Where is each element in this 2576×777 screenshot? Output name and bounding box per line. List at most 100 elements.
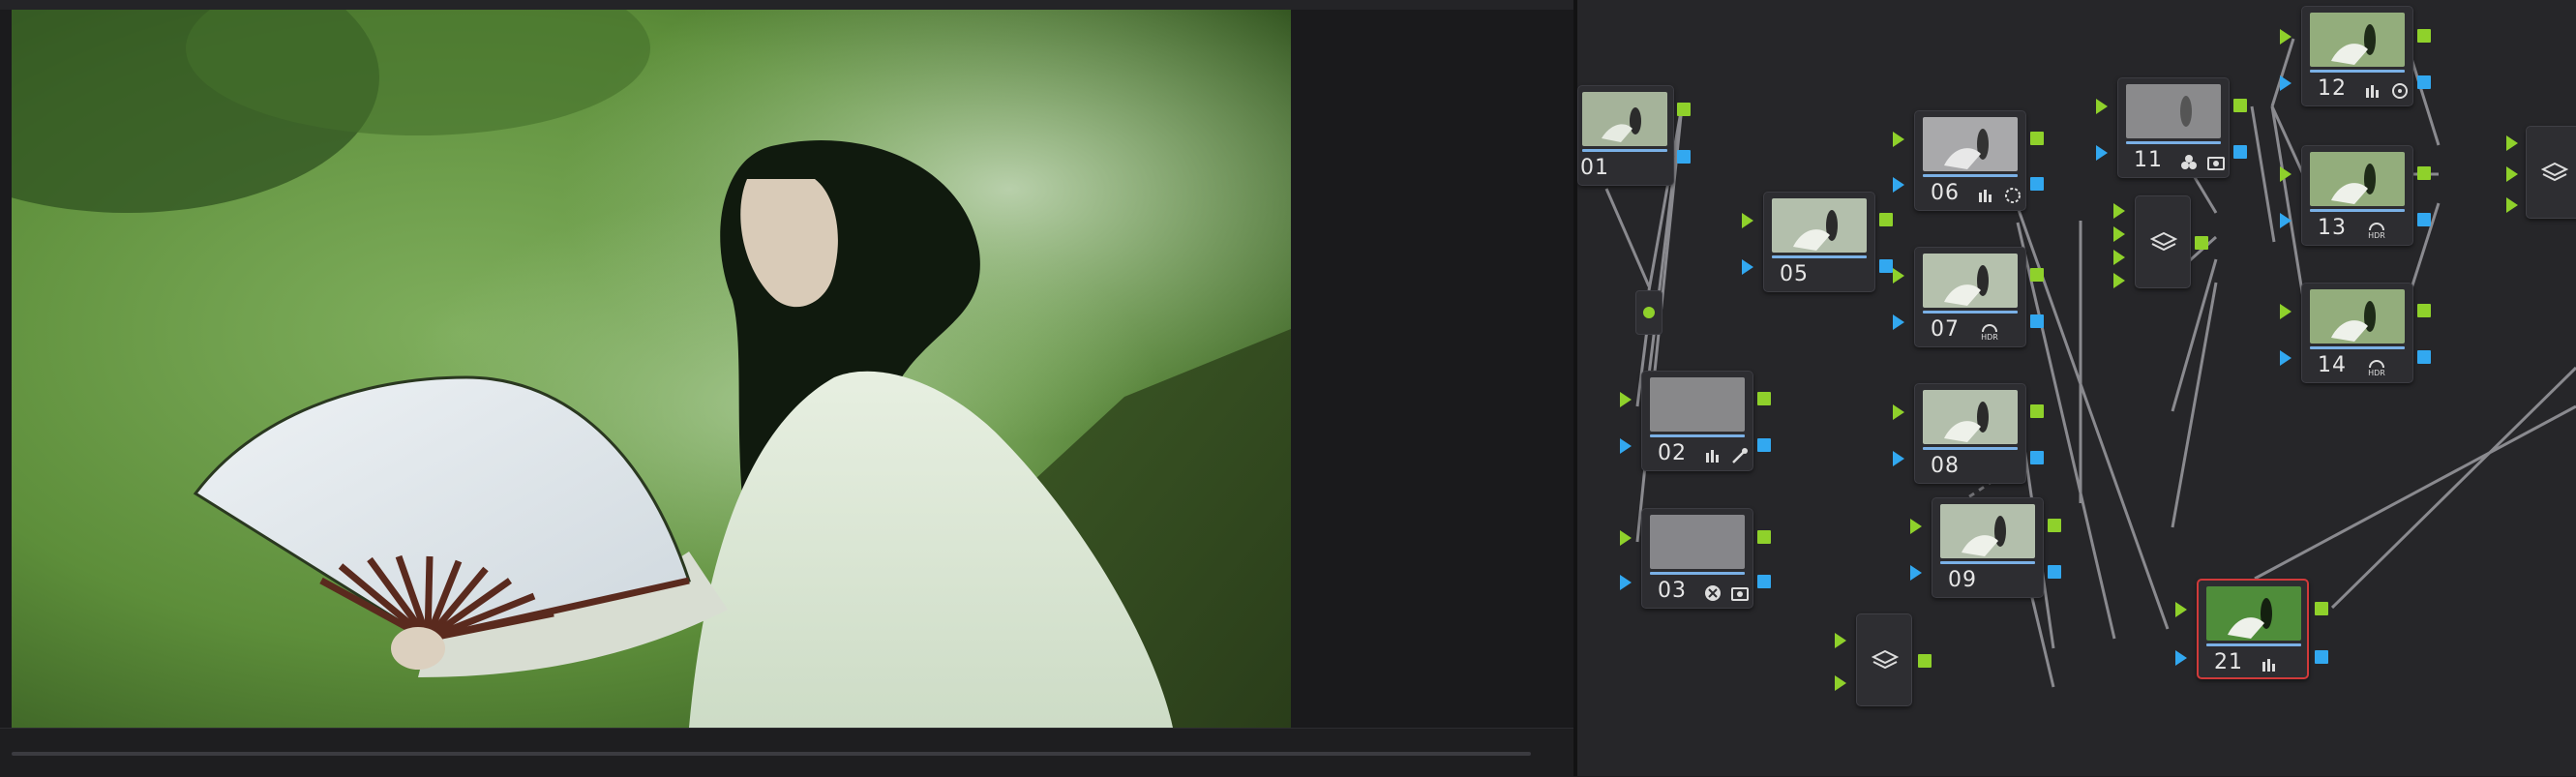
node-11-output-green[interactable] [2233,99,2247,112]
node-06-output-green[interactable] [2030,132,2044,145]
mixer-mid-input-2[interactable] [2113,226,2125,242]
node-07[interactable]: 07 HDR [1914,247,2026,347]
node-07-input-blue[interactable] [1893,314,1904,330]
node-02[interactable]: 02 [1641,371,1753,471]
node-14-output-blue[interactable] [2417,350,2431,364]
hdr-icon: HDR [2362,357,2391,378]
node-bar [2310,346,2405,349]
node-tool-icons: HDR [2362,357,2391,378]
hdr-icon: HDR [2362,220,2391,241]
node-11-input-blue[interactable] [2096,145,2108,161]
node-02-output-green[interactable] [1757,392,1771,405]
layer-mixer-node-mid[interactable] [2135,195,2191,288]
node-21-output-blue[interactable] [2315,650,2328,664]
node-05-output-green[interactable] [1879,213,1893,226]
node-01[interactable]: 01 [1577,85,1674,186]
node-08-input-green[interactable] [1893,404,1904,420]
node-09-input-blue[interactable] [1910,565,1922,581]
node-06-input-green[interactable] [1893,132,1904,147]
node-05-input-green[interactable] [1742,213,1753,228]
node-14-input-green[interactable] [2280,304,2291,319]
node-11[interactable]: 11 [2117,77,2230,178]
node-11-output-blue[interactable] [2233,145,2247,159]
mixer-bottom-output[interactable] [1918,654,1932,668]
node-bar [2126,141,2221,144]
mixer-bottom-input-2[interactable] [1835,675,1846,691]
node-bar [1940,561,2035,564]
node-05-output-blue[interactable] [1879,259,1893,273]
node-07-output-green[interactable] [2030,268,2044,282]
node-08-output-green[interactable] [2030,404,2044,418]
node-03-input-green[interactable] [1620,530,1632,546]
node-14[interactable]: 14 HDR [2301,283,2413,383]
node-13-input-green[interactable] [2280,166,2291,182]
node-tool-icons [1975,185,2023,206]
node-graph-panel[interactable]: 01 02 03 05 06 07 HDR 08 09 11 12 13 HDR… [1577,0,2576,776]
timeline-scrubber[interactable] [12,752,1531,756]
mixer-bottom-input-1[interactable] [1835,633,1846,648]
node-05[interactable]: 05 [1763,192,1875,292]
node-21[interactable]: 21 [2197,579,2309,679]
mixer-right-input-1[interactable] [2506,135,2518,151]
node-14-input-blue[interactable] [2280,350,2291,366]
node-08-input-blue[interactable] [1893,451,1904,466]
node-thumbnail [2310,289,2405,344]
node-label: 08 [1931,454,1960,478]
node-12-output-green[interactable] [2417,29,2431,43]
qualifier-icon [2178,152,2200,173]
node-thumbnail [2310,13,2405,67]
node-02-output-blue[interactable] [1757,438,1771,452]
node-tool-icons [1702,445,1751,466]
splitter-node[interactable] [1635,290,1662,335]
viewer-top-strip [0,0,1573,10]
node-03[interactable]: 03 [1641,508,1753,609]
node-03-output-blue[interactable] [1757,575,1771,588]
node-09-input-green[interactable] [1910,519,1922,534]
node-02-input-blue[interactable] [1620,438,1632,454]
node-07-input-green[interactable] [1893,268,1904,284]
node-13-input-blue[interactable] [2280,213,2291,228]
viewer-image[interactable] [12,10,1291,728]
node-13-output-green[interactable] [2417,166,2431,180]
layer-mixer-node-right[interactable] [2526,126,2576,219]
node-12-output-blue[interactable] [2417,75,2431,89]
node-09-output-green[interactable] [2048,519,2061,532]
mixer-mid-input-1[interactable] [2113,203,2125,219]
node-12[interactable]: 12 [2301,6,2413,106]
node-21-output-green[interactable] [2315,602,2328,615]
node-06-output-blue[interactable] [2030,177,2044,191]
node-11-input-green[interactable] [2096,99,2108,114]
layer-mixer-node-bottom[interactable] [1856,613,1912,706]
node-03-output-green[interactable] [1757,530,1771,544]
node-03-input-blue[interactable] [1620,575,1632,590]
node-05-input-blue[interactable] [1742,259,1753,275]
node-thumbnail [1650,377,1745,432]
node-08-output-blue[interactable] [2030,451,2044,464]
node-01-output-green[interactable] [1677,103,1691,116]
node-21-input-green[interactable] [2175,602,2187,617]
node-12-input-blue[interactable] [2280,75,2291,91]
node-thumbnail [1650,515,1745,569]
mixer-mid-output[interactable] [2195,236,2208,250]
mixer-mid-input-3[interactable] [2113,250,2125,265]
node-tool-icons [2259,654,2280,675]
mixer-right-input-2[interactable] [2506,166,2518,182]
node-02-input-green[interactable] [1620,392,1632,407]
node-09[interactable]: 09 [1932,497,2044,598]
mixer-right-input-3[interactable] [2506,197,2518,213]
mixer-mid-input-4[interactable] [2113,273,2125,288]
node-label: 02 [1658,441,1687,465]
node-13[interactable]: 13 HDR [2301,145,2413,246]
node-07-output-blue[interactable] [2030,314,2044,328]
node-13-output-blue[interactable] [2417,213,2431,226]
layers-icon [2541,162,2568,182]
node-21-input-blue[interactable] [2175,650,2187,666]
node-01-output-blue[interactable] [1677,150,1691,164]
node-06-input-blue[interactable] [1893,177,1904,193]
node-06[interactable]: 06 [1914,110,2026,211]
node-12-input-green[interactable] [2280,29,2291,45]
node-thumbnail [1923,254,2018,308]
node-08[interactable]: 08 [1914,383,2026,484]
node-09-output-blue[interactable] [2048,565,2061,579]
node-14-output-green[interactable] [2417,304,2431,317]
